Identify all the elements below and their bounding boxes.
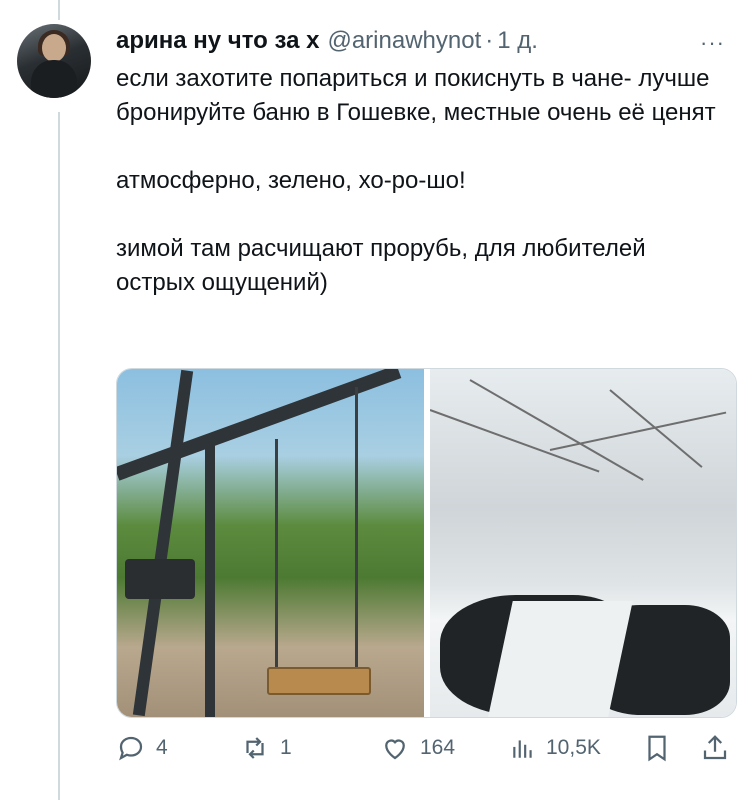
thread-line: [58, 112, 60, 800]
thread-line-top: [58, 0, 60, 20]
tweet-paragraph: если захотите попариться и покиснуть в ч…: [116, 65, 716, 126]
retweet-button[interactable]: 1: [240, 728, 292, 768]
views-chart-icon: [513, 740, 532, 758]
tweet-paragraph: зимой там расчищают прорубь, для любител…: [116, 235, 646, 296]
avatar[interactable]: [17, 24, 91, 98]
bookmark-button[interactable]: [642, 728, 672, 768]
share-icon: [703, 735, 727, 760]
retweet-icon: [246, 737, 264, 759]
tweet-text: если захотите попариться и покиснуть в ч…: [116, 62, 716, 300]
share-button[interactable]: [700, 728, 730, 768]
views-count: 10,5K: [546, 736, 601, 759]
separator-dot: ·: [485, 27, 494, 54]
heart-icon: [385, 739, 405, 760]
reply-icon: [119, 736, 143, 761]
action-bar: 4 1 164 10,5K: [116, 728, 736, 768]
reply-button[interactable]: 4: [116, 728, 168, 768]
bookmark-icon: [648, 735, 666, 762]
tweet-paragraph: атмосферно, зелено, хо-ро-шо!: [116, 167, 466, 194]
author-name[interactable]: арина ну что за х: [116, 27, 319, 55]
retweet-count: 1: [280, 736, 292, 759]
author-handle[interactable]: @arinawhynot: [327, 27, 481, 55]
reply-count: 4: [156, 736, 168, 759]
media-grid: [116, 368, 737, 718]
winter-pool-photo[interactable]: [429, 369, 736, 717]
summer-swing-photo[interactable]: [117, 369, 424, 717]
tweet-header: арина ну что за х @arinawhynot · 1 д.: [116, 24, 538, 58]
views-button[interactable]: 10,5K: [510, 728, 601, 768]
timestamp[interactable]: 1 д.: [497, 27, 538, 55]
more-options-icon[interactable]: ···: [700, 30, 725, 56]
like-count: 164: [420, 736, 456, 759]
like-button[interactable]: 164: [380, 728, 455, 768]
